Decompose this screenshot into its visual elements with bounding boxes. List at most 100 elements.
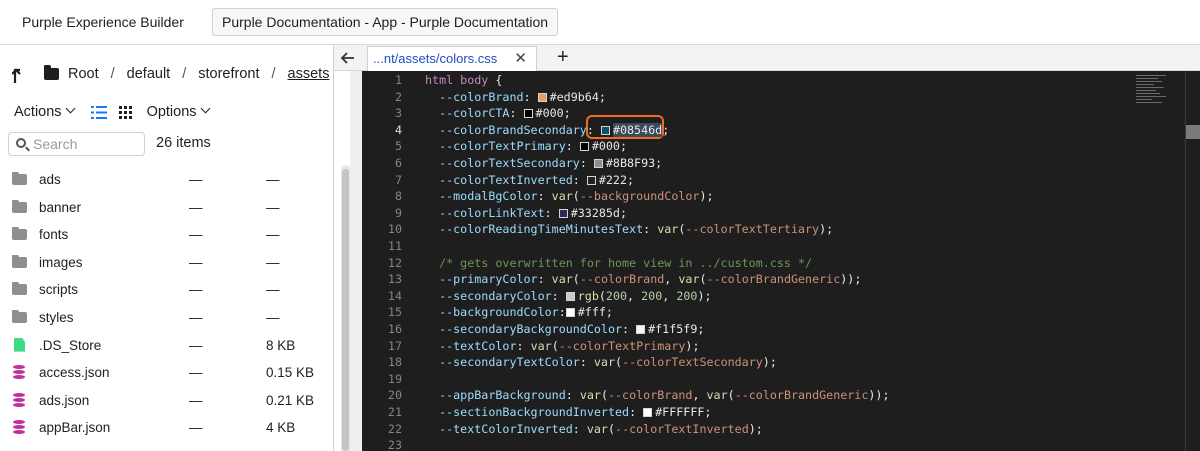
code-line[interactable]: --colorCTA: #000;	[425, 106, 571, 120]
code-token: :	[544, 205, 559, 220]
code-token: :	[551, 288, 566, 303]
code-token: --secondaryColor	[425, 288, 552, 303]
file-list-scrollbar[interactable]	[341, 165, 350, 451]
color-swatch[interactable]	[565, 291, 575, 301]
breadcrumb-default[interactable]: default	[127, 66, 171, 82]
code-line[interactable]: --colorTextPrimary: #000;	[425, 139, 627, 153]
file-size: —	[266, 309, 280, 325]
database-icon	[13, 392, 25, 407]
line-number: 7	[394, 172, 402, 187]
color-swatch[interactable]	[565, 308, 575, 318]
color-swatch[interactable]	[537, 92, 547, 102]
code-token: --colorBrandGeneric	[734, 388, 869, 403]
code-area[interactable]: 1 2 3 4 5 6 7 8 9 10 11 12 13 14 15 16 17 18 19 20 21 22 23 ht…	[362, 71, 1200, 451]
file-row[interactable]: scripts — —	[0, 276, 340, 304]
tab-purple-documentation[interactable]: Purple Documentation - App - Purple Docu…	[212, 8, 559, 36]
add-tab-button[interactable]: +	[557, 46, 569, 68]
code-token: :	[622, 322, 637, 336]
color-swatch[interactable]	[600, 125, 610, 135]
code-line[interactable]: --colorTextInverted: #222;	[425, 173, 634, 187]
scrollbar-thumb[interactable]	[342, 169, 349, 451]
collapse-panel-button[interactable]	[334, 45, 362, 71]
file-size: 4 KB	[266, 420, 296, 436]
file-size: —	[266, 172, 280, 187]
color-swatch[interactable]	[643, 408, 653, 417]
actions-label: Actions	[14, 104, 62, 120]
code-token: --secondaryBackgroundColor	[425, 322, 623, 336]
close-icon[interactable]: ✕	[514, 47, 527, 71]
code-token: (	[615, 355, 623, 370]
code-line[interactable]: --colorTextSecondary: #8B8F93;	[425, 156, 662, 170]
code-token: --colorLinkText	[425, 205, 545, 220]
code-line[interactable]: --textColorInverted: var(--colorTextInve…	[425, 422, 763, 436]
code-line[interactable]: --textColor: var(--colorTextPrimary);	[425, 339, 699, 353]
code-line[interactable]: --colorReadingTimeMinutesText: var(--col…	[425, 222, 833, 236]
code-line[interactable]: --sectionBackgroundInverted: #FFFFFF;	[425, 405, 711, 419]
code-line[interactable]: --secondaryTextColor: var(--colorTextSec…	[425, 355, 777, 369]
list-view-icon[interactable]	[90, 105, 107, 119]
code-token: #222;	[598, 172, 635, 187]
folder-icon	[12, 227, 27, 241]
line-number: 12	[387, 255, 402, 270]
file-row[interactable]: fonts — —	[0, 221, 340, 249]
code-line[interactable]: --colorBrandSecondary: #08546d;	[425, 122, 669, 137]
code-token: --modalBgColor	[425, 189, 538, 204]
breadcrumb-root[interactable]: Root	[68, 66, 99, 82]
file-row[interactable]: appBar.json — 4 KB	[0, 414, 340, 442]
code-token: (	[600, 388, 608, 403]
code-line[interactable]: --secondaryBackgroundColor: #f1f5f9;	[425, 322, 704, 336]
line-number: 3	[394, 106, 402, 121]
chevron-down-icon	[200, 103, 210, 114]
code-line[interactable]: html body {	[425, 73, 502, 87]
breadcrumb-assets[interactable]: assets	[288, 66, 330, 82]
search-input[interactable]	[33, 135, 141, 153]
panel-divider[interactable]	[350, 71, 362, 451]
code-token: #8B8F93;	[605, 156, 663, 170]
file-name: styles	[39, 309, 74, 325]
code-line[interactable]: --modalBgColor: var(--backgroundColor);	[425, 189, 713, 204]
code-token: --colorCTA	[425, 106, 510, 121]
code-line[interactable]: /* gets overwritten for home view in ../…	[425, 256, 812, 270]
code-token: :	[572, 172, 587, 187]
color-swatch[interactable]	[558, 208, 568, 218]
code-token: :	[579, 156, 594, 170]
file-row[interactable]: ads.json — 0.21 KB	[0, 387, 340, 415]
code-line[interactable]: --backgroundColor: #fff;	[425, 305, 613, 319]
file-size: —	[266, 282, 280, 298]
file-row[interactable]: .DS_Store — 8 KB	[0, 332, 340, 360]
color-swatch[interactable]	[593, 159, 603, 168]
color-swatch[interactable]	[523, 109, 533, 119]
options-menu[interactable]: Options	[147, 103, 210, 120]
file-row[interactable]: styles — —	[0, 304, 340, 332]
item-count: 26 items	[156, 135, 211, 151]
line-number: 8	[394, 189, 402, 204]
breadcrumb-storefront[interactable]: storefront	[198, 66, 259, 82]
code-line[interactable]: --primaryColor: var(--colorBrand, var(--…	[425, 272, 861, 286]
color-swatch[interactable]	[579, 142, 589, 152]
actions-menu[interactable]: Actions	[14, 103, 76, 120]
code-line[interactable]: --secondaryColor: rgb(200, 200, 200);	[425, 288, 711, 303]
color-swatch[interactable]	[586, 175, 596, 185]
line-number: 20	[387, 388, 402, 403]
chevron-down-icon	[65, 103, 76, 114]
code-line[interactable]: --colorBrand: #ed9b64;	[425, 90, 606, 104]
file-row[interactable]: access.json — 0.15 KB	[0, 359, 340, 387]
code-token: :	[516, 338, 531, 353]
tab-experience-builder[interactable]: Purple Experience Builder	[13, 8, 193, 36]
file-row[interactable]: ads — —	[0, 166, 340, 194]
tab-colors-css[interactable]: ...nt/assets/colors.css ✕	[367, 46, 537, 71]
up-level-icon[interactable]	[11, 64, 28, 84]
file-row[interactable]: banner — —	[0, 194, 340, 222]
breadcrumb-separator: /	[182, 66, 187, 82]
file-modified: —	[189, 420, 203, 436]
line-number: 19	[387, 371, 402, 386]
file-modified: —	[189, 227, 203, 243]
code-line[interactable]: --colorLinkText: #33285d;	[425, 206, 627, 220]
minimap[interactable]	[1136, 75, 1176, 115]
code-line[interactable]: --appBarBackground: var(--colorBrand, va…	[425, 388, 889, 403]
editor-scrollbar-thumb[interactable]	[1186, 125, 1200, 139]
file-row[interactable]: images — —	[0, 249, 340, 277]
folder-icon	[12, 199, 27, 213]
grid-view-icon[interactable]	[118, 105, 132, 119]
color-swatch[interactable]	[636, 325, 646, 334]
